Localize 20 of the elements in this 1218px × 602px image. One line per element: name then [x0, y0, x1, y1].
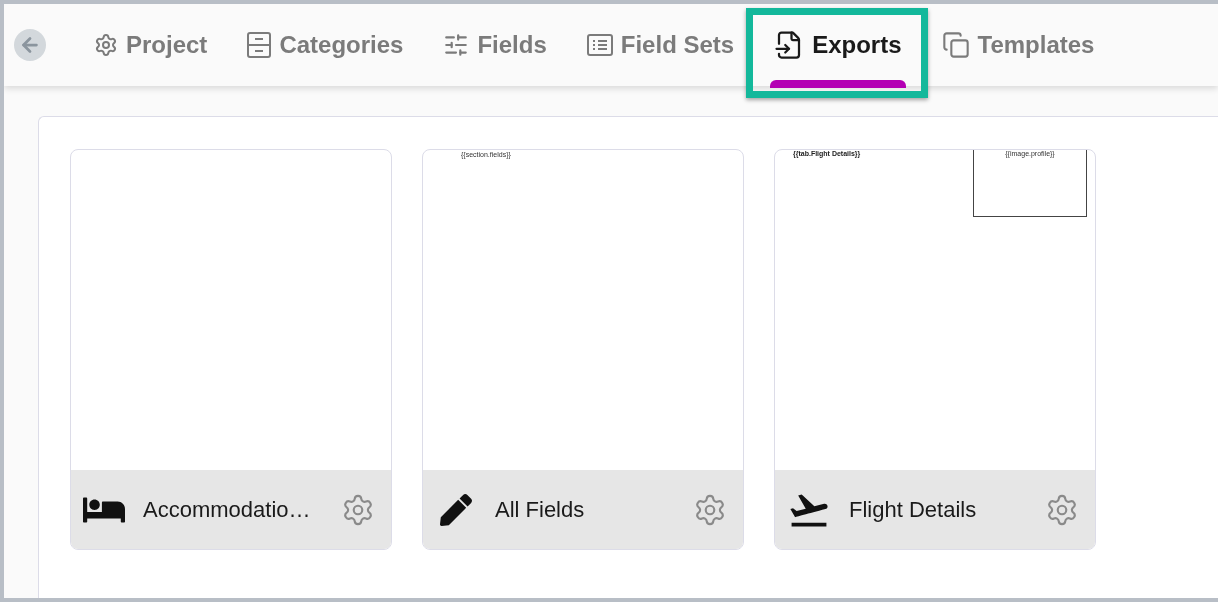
drawer-cabinet-icon [247, 32, 272, 58]
nav-tab[interactable]: Field Sets [570, 4, 751, 86]
export-name: Flight Details [849, 496, 978, 523]
export-name: All Fields [495, 496, 586, 523]
settings-button[interactable] [693, 492, 727, 527]
nav-tab[interactable]: Exports [758, 4, 918, 86]
gear-icon [94, 33, 118, 57]
nav-tab[interactable]: Fields [427, 4, 563, 86]
back-button[interactable] [14, 29, 46, 61]
settings-button[interactable] [341, 492, 375, 527]
export-name: Accommodatio… [143, 496, 312, 523]
nav-tab[interactable]: Project [78, 4, 224, 86]
list-icon [586, 34, 613, 56]
nav-tab[interactable]: Templates [925, 4, 1111, 86]
settings-button[interactable] [1045, 492, 1079, 527]
copy-icon [941, 31, 970, 59]
sliders-icon [443, 32, 470, 58]
export-card[interactable]: Accommodatio… [70, 149, 392, 550]
nav-tab[interactable]: Categories [231, 4, 420, 86]
pen-icon [440, 493, 472, 526]
